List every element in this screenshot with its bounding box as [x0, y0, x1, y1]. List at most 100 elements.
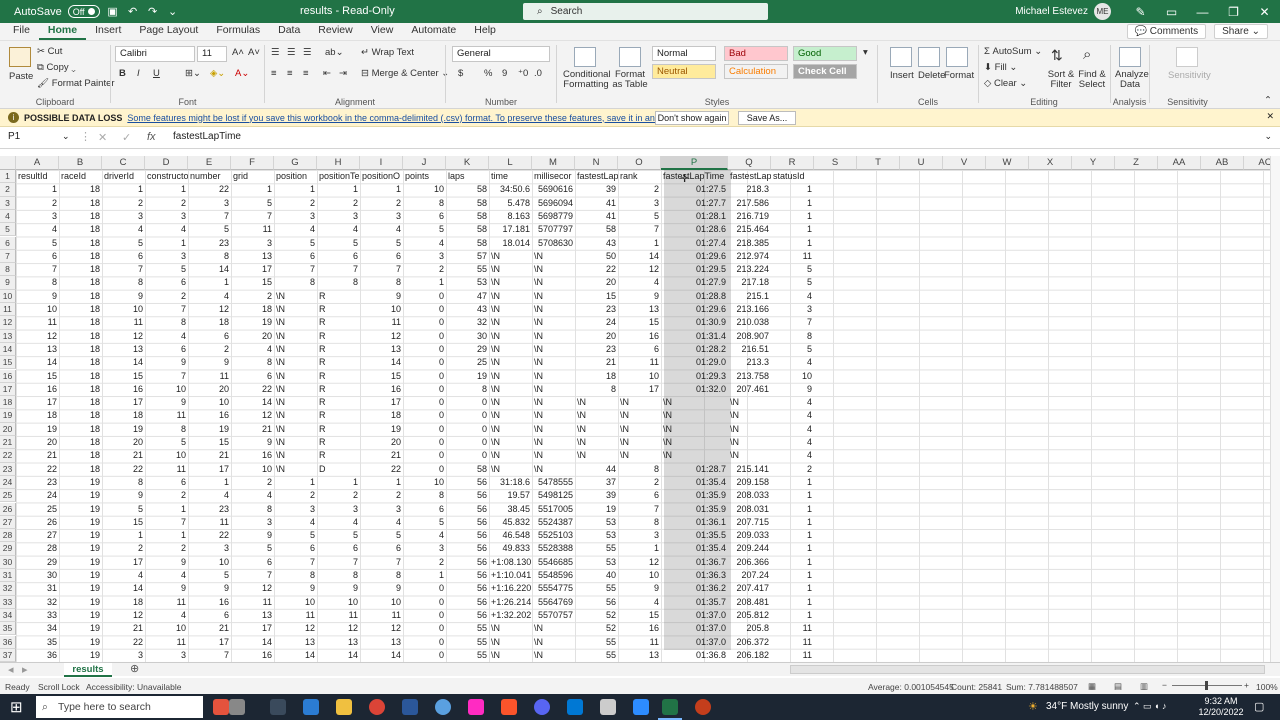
table-cell[interactable]: 58: [446, 223, 489, 236]
table-cell[interactable]: 4: [145, 609, 188, 622]
table-cell[interactable]: 9: [317, 582, 360, 595]
table-cell[interactable]: 13: [618, 303, 661, 316]
table-cell[interactable]: 17: [231, 263, 274, 276]
table-cell[interactable]: 2: [102, 197, 145, 210]
search-box[interactable]: ⌕ Search: [523, 3, 768, 20]
table-cell[interactable]: 01:35.7: [661, 596, 728, 609]
sort-filter-button[interactable]: Sort & Filter: [1045, 70, 1077, 90]
table-cell[interactable]: 10: [145, 449, 188, 462]
column-title-cell[interactable]: millisecor: [532, 170, 575, 183]
table-cell[interactable]: 6: [274, 250, 317, 263]
format-as-table-icon[interactable]: [619, 47, 641, 67]
row-header[interactable]: 12: [0, 316, 16, 330]
table-cell[interactable]: 20: [188, 383, 231, 396]
table-cell[interactable]: 2: [771, 463, 814, 476]
column-header[interactable]: W: [986, 156, 1029, 170]
table-cell[interactable]: 56: [446, 489, 489, 502]
table-cell[interactable]: 01:29.0: [661, 356, 728, 369]
table-cell[interactable]: 4: [771, 436, 814, 449]
redo-icon[interactable]: ↷: [146, 5, 160, 18]
tab-help[interactable]: Help: [465, 23, 505, 40]
table-cell[interactable]: 2: [618, 183, 661, 196]
table-cell[interactable]: 19: [59, 636, 102, 649]
column-header[interactable]: L: [489, 156, 532, 170]
table-cell[interactable]: 43: [575, 237, 618, 250]
table-cell[interactable]: 14: [102, 582, 145, 595]
table-cell[interactable]: 0: [403, 409, 446, 422]
table-cell[interactable]: 01:32.0: [661, 383, 728, 396]
table-cell[interactable]: 10: [16, 303, 59, 316]
table-cell[interactable]: 01:27.7: [661, 197, 728, 210]
table-cell[interactable]: 32: [446, 316, 489, 329]
table-cell[interactable]: R: [317, 370, 360, 383]
table-cell[interactable]: 11: [618, 356, 661, 369]
table-cell[interactable]: 8: [446, 383, 489, 396]
row-header[interactable]: 31: [0, 569, 16, 583]
zoom-level[interactable]: 100%: [1256, 682, 1278, 692]
table-cell[interactable]: 2: [274, 197, 317, 210]
table-cell[interactable]: 208.031: [728, 503, 771, 516]
table-cell[interactable]: 01:36.7: [661, 556, 728, 569]
tray-icons[interactable]: ⌃ ▭ ◖ ♪: [1133, 701, 1166, 712]
table-cell[interactable]: 55: [446, 649, 489, 662]
table-cell[interactable]: 5: [274, 237, 317, 250]
user-name[interactable]: Michael Estevez: [1015, 6, 1088, 17]
table-cell[interactable]: 13: [360, 636, 403, 649]
row-header[interactable]: 20: [0, 422, 16, 436]
fill-button[interactable]: ⬇ Fill ⌄: [984, 62, 1017, 73]
table-cell[interactable]: 2: [360, 197, 403, 210]
table-cell[interactable]: 11: [618, 636, 661, 649]
table-cell[interactable]: 18: [59, 183, 102, 196]
table-cell[interactable]: 0: [403, 356, 446, 369]
table-cell[interactable]: 56: [575, 596, 618, 609]
table-cell[interactable]: 1: [771, 197, 814, 210]
table-cell[interactable]: 5: [771, 263, 814, 276]
table-cell[interactable]: 213.3: [728, 356, 771, 369]
app-icon[interactable]: [229, 699, 245, 715]
table-cell[interactable]: 18: [59, 343, 102, 356]
table-cell[interactable]: 11: [145, 463, 188, 476]
style-check-cell[interactable]: Check Cell: [793, 64, 857, 79]
table-cell[interactable]: 16: [102, 383, 145, 396]
table-cell[interactable]: 9: [145, 396, 188, 409]
table-cell[interactable]: 3: [403, 542, 446, 555]
table-cell[interactable]: \N: [728, 396, 771, 409]
table-cell[interactable]: \N: [489, 370, 532, 383]
table-cell[interactable]: 213.166: [728, 303, 771, 316]
table-cell[interactable]: 37: [575, 476, 618, 489]
table-cell[interactable]: 2: [403, 263, 446, 276]
table-cell[interactable]: 216.719: [728, 210, 771, 223]
table-cell[interactable]: 17: [188, 463, 231, 476]
column-header[interactable]: F: [231, 156, 274, 170]
table-cell[interactable]: 45.832: [489, 516, 532, 529]
table-cell[interactable]: 12: [360, 622, 403, 635]
table-cell[interactable]: 9: [102, 290, 145, 303]
status-sum[interactable]: Sum: 7.781488507: [1006, 682, 1078, 692]
row-header[interactable]: 22: [0, 449, 16, 463]
table-cell[interactable]: 10: [274, 596, 317, 609]
decrease-indent-icon[interactable]: ⇤: [323, 68, 331, 79]
table-cell[interactable]: 14: [231, 396, 274, 409]
table-cell[interactable]: 3: [317, 210, 360, 223]
table-cell[interactable]: 1: [274, 183, 317, 196]
table-cell[interactable]: 23: [188, 503, 231, 516]
row-header[interactable]: 29: [0, 542, 16, 556]
row-header[interactable]: 1: [0, 170, 16, 184]
table-cell[interactable]: 24: [16, 489, 59, 502]
table-cell[interactable]: 0: [403, 396, 446, 409]
table-cell[interactable]: \N: [489, 356, 532, 369]
table-cell[interactable]: 11: [145, 636, 188, 649]
insert-cells-button[interactable]: Insert: [890, 70, 914, 81]
column-header[interactable]: Z: [1115, 156, 1158, 170]
table-cell[interactable]: 9: [618, 582, 661, 595]
column-header[interactable]: Y: [1072, 156, 1115, 170]
mail-icon[interactable]: [303, 699, 319, 715]
table-cell[interactable]: 7: [188, 649, 231, 662]
table-cell[interactable]: +1:16.220: [489, 582, 532, 595]
table-cell[interactable]: 4: [771, 449, 814, 462]
table-cell[interactable]: 207.715: [728, 516, 771, 529]
table-cell[interactable]: 34:50.6: [489, 183, 532, 196]
table-cell[interactable]: 3: [102, 210, 145, 223]
column-header[interactable]: H: [317, 156, 360, 170]
table-cell[interactable]: 21: [102, 622, 145, 635]
